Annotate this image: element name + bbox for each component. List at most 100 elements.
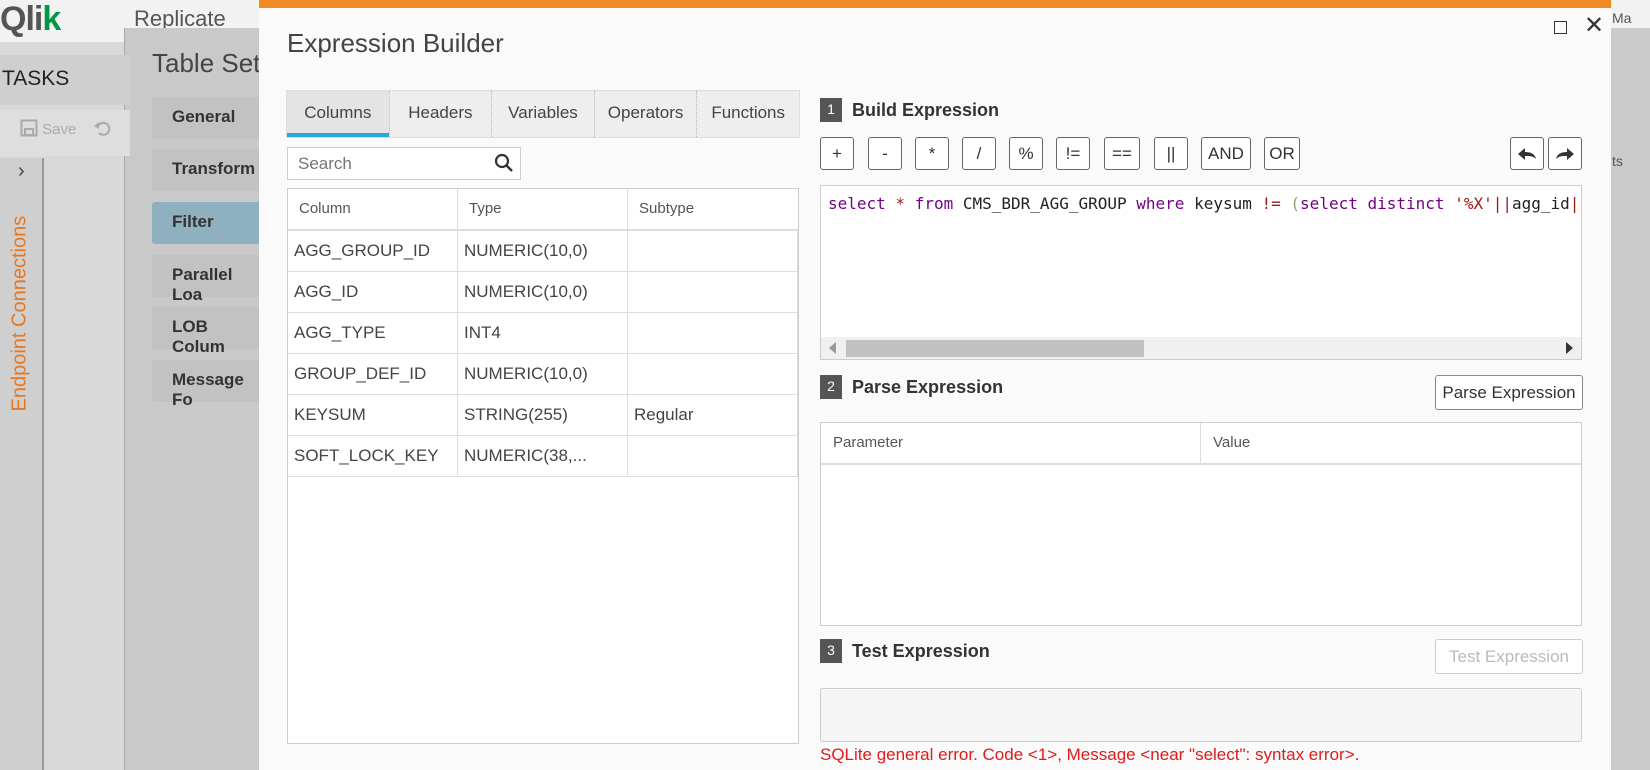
cell-subtype (628, 272, 798, 312)
nav-parallel-load[interactable]: Parallel Loa (152, 255, 272, 304)
tasks-label: TASKS (2, 67, 70, 90)
operator-equal-button[interactable]: == (1104, 137, 1140, 170)
header-type[interactable]: Type (458, 189, 628, 229)
expression-token: distinct (1367, 194, 1445, 213)
table-row[interactable]: AGG_ID NUMERIC(10,0) (288, 272, 798, 313)
cell-column: SOFT_LOCK_KEY (288, 436, 458, 476)
redo-arrow-icon (1556, 148, 1574, 160)
operator-divide-button[interactable]: / (962, 137, 996, 170)
undo-icon[interactable] (93, 118, 113, 138)
nav-transform[interactable]: Transform (152, 149, 272, 191)
expression-editor[interactable]: select * from CMS_BDR_AGG_GROUP where ke… (820, 185, 1582, 360)
close-icon[interactable]: ✕ (1584, 14, 1604, 38)
save-button[interactable]: Save (20, 118, 113, 138)
test-expression-title: Test Expression (852, 641, 990, 661)
expression-token: agg_id (1511, 194, 1570, 213)
qlik-logo: Qlik (0, 0, 61, 38)
columns-table: Column Type Subtype AGG_GROUP_ID NUMERIC… (287, 188, 799, 744)
operator-multiply-button[interactable]: * (915, 137, 949, 170)
cell-type: NUMERIC(10,0) (458, 272, 628, 312)
expression-token: * (885, 194, 915, 213)
nav-message-format[interactable]: Message Fo (152, 360, 272, 409)
redo-button[interactable] (1548, 137, 1582, 170)
nav-general[interactable]: General (152, 97, 272, 139)
tab-bar: Columns Headers Variables Operators Func… (286, 90, 800, 138)
parameters-table-header: Parameter Value (821, 423, 1581, 465)
expression-token (1281, 194, 1291, 213)
cell-column: GROUP_DEF_ID (288, 354, 458, 394)
step-2-badge: 2 (820, 375, 842, 399)
scroll-right-icon[interactable] (1566, 342, 1573, 354)
tab-headers[interactable]: Headers (388, 91, 492, 137)
expression-token: select (1300, 194, 1358, 213)
cell-type: NUMERIC(38,... (458, 436, 628, 476)
operator-not-equal-button[interactable]: != (1056, 137, 1090, 170)
table-row[interactable]: GROUP_DEF_ID NUMERIC(10,0) (288, 354, 798, 395)
step-1-badge: 1 (820, 98, 842, 122)
table-row[interactable]: AGG_GROUP_ID NUMERIC(10,0) (288, 231, 798, 272)
cell-subtype (628, 436, 798, 476)
tab-functions[interactable]: Functions (696, 91, 799, 137)
header-subtype[interactable]: Subtype (628, 189, 798, 229)
undo-arrow-icon (1518, 148, 1536, 160)
operator-concat-button[interactable]: || (1154, 137, 1188, 170)
nav-filter[interactable]: Filter (152, 202, 272, 244)
save-icon (20, 119, 38, 137)
table-row[interactable]: KEYSUM STRING(255) Regular (288, 395, 798, 436)
maximize-icon[interactable] (1554, 21, 1567, 34)
scroll-left-icon[interactable] (829, 342, 836, 354)
parse-expression-title: Parse Expression (852, 377, 1004, 397)
right-strip-item: Ma (1612, 10, 1632, 26)
expression-token: || (1492, 194, 1512, 213)
expression-token: ( (1290, 194, 1301, 213)
table-row[interactable]: SOFT_LOCK_KEY NUMERIC(38,... (288, 436, 798, 477)
cell-subtype (628, 313, 798, 353)
cell-column: AGG_ID (288, 272, 458, 312)
header-parameter[interactable]: Parameter (821, 423, 1201, 463)
undo-button[interactable] (1510, 137, 1544, 170)
expression-code[interactable]: select * from CMS_BDR_AGG_GROUP where ke… (828, 194, 1579, 213)
expression-token: | (1569, 194, 1580, 213)
step-3-badge: 3 (820, 639, 842, 663)
cell-subtype (628, 231, 798, 271)
search-box (287, 147, 521, 180)
cell-type: STRING(255) (458, 395, 628, 435)
expression-token: from (914, 194, 954, 213)
cell-type: NUMERIC(10,0) (458, 231, 628, 271)
scrollbar-thumb[interactable] (846, 340, 1144, 357)
cell-column: AGG_GROUP_ID (288, 231, 458, 271)
operator-modulo-button[interactable]: % (1009, 137, 1043, 170)
build-expression-title: Build Expression (852, 100, 1000, 120)
parse-expression-button[interactable]: Parse Expression (1435, 375, 1583, 410)
test-expression-button[interactable]: Test Expression (1435, 639, 1583, 674)
endpoint-connections-tab[interactable]: Endpoint Connections (9, 216, 32, 412)
expression-token: keysum (1184, 194, 1262, 213)
search-input[interactable] (296, 148, 495, 180)
search-icon[interactable] (494, 153, 514, 173)
right-strip (1605, 28, 1650, 770)
expression-token: '%X' (1454, 194, 1493, 213)
parameters-table: Parameter Value (820, 422, 1582, 626)
operator-minus-button[interactable]: - (868, 137, 902, 170)
cell-type: NUMERIC(10,0) (458, 354, 628, 394)
operator-and-button[interactable]: AND (1201, 137, 1251, 170)
cell-column: AGG_TYPE (288, 313, 458, 353)
table-row[interactable]: AGG_TYPE INT4 (288, 313, 798, 354)
right-strip-item: ts (1612, 153, 1623, 169)
tab-variables[interactable]: Variables (491, 91, 594, 137)
cell-subtype (628, 354, 798, 394)
header-column[interactable]: Column (288, 189, 458, 229)
test-result-box (820, 688, 1582, 742)
chevron-right-icon[interactable]: › (18, 160, 25, 183)
dialog-title: Expression Builder (287, 28, 504, 58)
save-label: Save (42, 121, 77, 138)
horizontal-scrollbar[interactable] (821, 337, 1581, 359)
header-value[interactable]: Value (1201, 423, 1581, 463)
nav-lob-columns[interactable]: LOB Colum (152, 307, 272, 356)
operator-or-button[interactable]: OR (1264, 137, 1300, 170)
tab-columns[interactable]: Columns (287, 91, 389, 137)
cell-subtype: Regular (628, 395, 798, 435)
expression-token: where (1136, 194, 1185, 213)
operator-plus-button[interactable]: + (820, 137, 854, 170)
tab-operators[interactable]: Operators (593, 91, 697, 137)
